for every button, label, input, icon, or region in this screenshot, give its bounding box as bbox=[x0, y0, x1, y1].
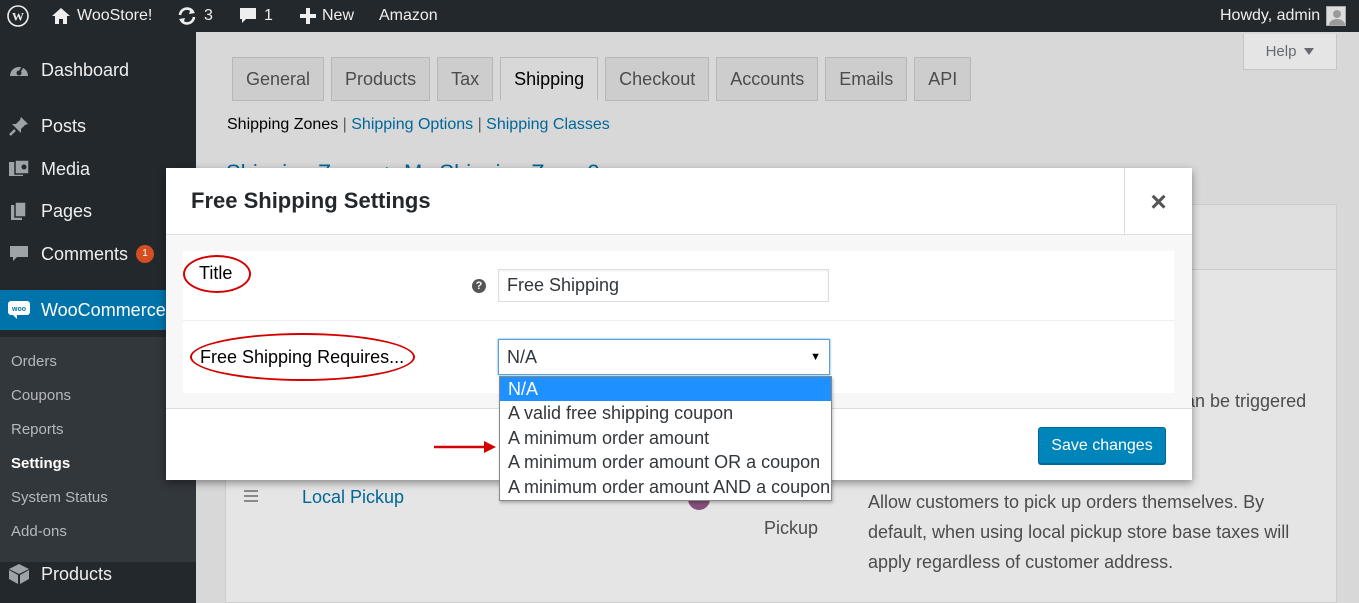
avatar bbox=[1326, 6, 1347, 26]
comments-icon bbox=[8, 243, 30, 265]
submenu-settings[interactable]: Settings bbox=[11, 455, 70, 472]
close-icon: × bbox=[1150, 185, 1167, 217]
requires-dropdown-list: N/A A valid free shipping coupon A minim… bbox=[499, 376, 832, 501]
comments-count: 1 bbox=[264, 7, 273, 24]
products-box-icon bbox=[8, 563, 30, 585]
new-content-link[interactable]: New bbox=[300, 0, 354, 32]
updates-icon bbox=[178, 7, 196, 25]
plus-icon bbox=[300, 8, 316, 24]
menu-dashboard-label: Dashboard bbox=[41, 59, 130, 80]
site-name: WooStore! bbox=[77, 7, 153, 24]
modal-close-button[interactable]: × bbox=[1124, 168, 1192, 235]
amazon-link[interactable]: Amazon bbox=[379, 0, 438, 32]
chevron-down-icon: ▼ bbox=[810, 351, 821, 363]
title-input[interactable] bbox=[498, 269, 829, 302]
updates-link[interactable]: 3 bbox=[176, 0, 213, 32]
menu-woocommerce-label: WooCommerce bbox=[41, 299, 166, 320]
help-tip-icon[interactable]: ? bbox=[472, 279, 486, 293]
pushpin-icon bbox=[8, 115, 30, 137]
settings-form: Title ? Free Shipping Requires... N/A ▼ bbox=[183, 251, 1174, 393]
annotation-arrow-icon bbox=[434, 441, 496, 453]
dropdown-option-min-amount[interactable]: A minimum order amount bbox=[500, 426, 831, 450]
comments-link[interactable]: 1 bbox=[238, 0, 273, 32]
menu-products-label: Products bbox=[41, 563, 113, 584]
new-label: New bbox=[322, 7, 355, 24]
submenu-reports[interactable]: Reports bbox=[11, 421, 64, 438]
dropdown-option-min-or-coupon[interactable]: A minimum order amount OR a coupon bbox=[500, 450, 831, 474]
svg-text:W: W bbox=[12, 10, 24, 24]
menu-dashboard[interactable]: Dashboard bbox=[0, 50, 196, 90]
menu-comments-label: Comments bbox=[41, 243, 129, 264]
wordpress-logo-icon[interactable]: W bbox=[7, 0, 29, 32]
menu-media-label: Media bbox=[41, 158, 91, 179]
my-account-link[interactable]: Howdy, admin bbox=[1220, 0, 1347, 32]
comment-bubble-icon bbox=[240, 8, 256, 23]
howdy-text: Howdy, admin bbox=[1220, 7, 1321, 24]
modal-header: Free Shipping Settings × bbox=[166, 168, 1192, 235]
menu-products[interactable]: Products bbox=[0, 554, 196, 594]
dropdown-option-min-and-coupon[interactable]: A minimum order amount AND a coupon bbox=[500, 475, 831, 499]
amazon-label: Amazon bbox=[379, 7, 438, 24]
media-icon bbox=[8, 158, 30, 180]
submenu-coupons[interactable]: Coupons bbox=[11, 387, 71, 404]
comments-badge: 1 bbox=[136, 245, 155, 263]
dropdown-option-na[interactable]: N/A bbox=[500, 377, 831, 402]
pages-icon bbox=[8, 200, 30, 222]
woocommerce-icon: woo bbox=[8, 299, 30, 321]
field-divider bbox=[183, 320, 1174, 321]
title-field-label: Title bbox=[199, 263, 233, 283]
requires-select-value: N/A bbox=[507, 346, 538, 367]
home-icon bbox=[52, 8, 70, 24]
updates-count: 3 bbox=[204, 7, 213, 24]
dashboard-gauge-icon bbox=[8, 59, 30, 81]
menu-posts[interactable]: Posts bbox=[0, 106, 196, 146]
site-name-link[interactable]: WooStore! bbox=[51, 0, 152, 32]
modal-title: Free Shipping Settings bbox=[191, 188, 431, 213]
submenu-add-ons[interactable]: Add-ons bbox=[11, 523, 67, 540]
woo-icon-text: woo bbox=[11, 306, 26, 313]
admin-bar: W WooStore! 3 1 New Amazon Howdy, admin bbox=[0, 0, 1359, 32]
dropdown-option-coupon[interactable]: A valid free shipping coupon bbox=[500, 401, 831, 425]
submenu-system-status[interactable]: System Status bbox=[11, 489, 108, 506]
menu-posts-label: Posts bbox=[41, 115, 87, 136]
save-changes-button[interactable]: Save changes bbox=[1038, 427, 1166, 464]
requires-select[interactable]: N/A ▼ bbox=[498, 339, 830, 375]
menu-pages-label: Pages bbox=[41, 200, 93, 221]
requires-field-label: Free Shipping Requires... bbox=[200, 347, 405, 367]
submenu-orders[interactable]: Orders bbox=[11, 353, 57, 370]
